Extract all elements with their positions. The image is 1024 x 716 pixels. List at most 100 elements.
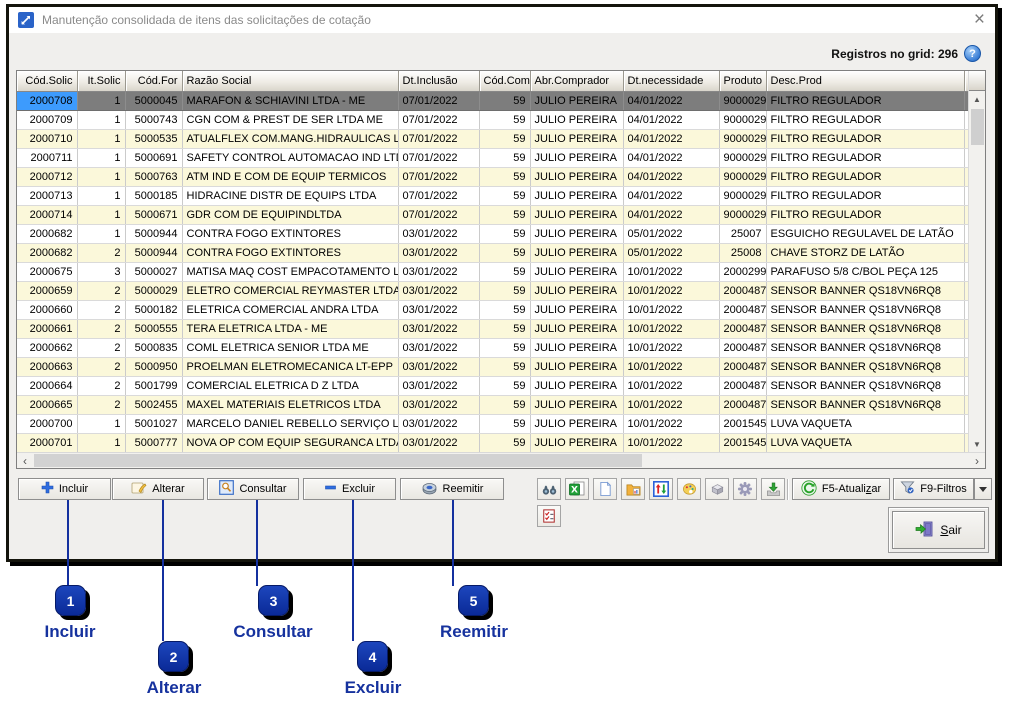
grid-cell[interactable]: 10/01/2022 <box>623 262 719 281</box>
grid-cell[interactable]: 59 <box>479 224 530 243</box>
table-row[interactable]: 200071215000763ATM IND E COM DE EQUIP TE… <box>17 167 968 186</box>
grid-cell[interactable]: 2 <box>77 395 125 414</box>
palette-icon[interactable] <box>677 478 701 500</box>
grid-cell[interactable]: ESGUICHO REGULAVEL DE LATÃO <box>766 224 964 243</box>
grid-cell[interactable]: 9000029 <box>719 205 766 224</box>
grid-cell[interactable]: 5000944 <box>125 224 182 243</box>
table-row[interactable]: 200071315000185HIDRACINE DISTR DE EQUIPS… <box>17 186 968 205</box>
table-row[interactable]: 200071115000691SAFETY CONTROL AUTOMACAO … <box>17 148 968 167</box>
grid-cell[interactable]: FILTRO REGULADOR <box>766 205 964 224</box>
table-row[interactable]: 200070815000045MARAFON & SCHIAVINI LTDA … <box>17 91 968 110</box>
grid-cell[interactable]: 03/01/2022 <box>398 414 479 433</box>
grid-cell[interactable]: 1 <box>77 433 125 452</box>
grid-cell[interactable]: 2 <box>77 281 125 300</box>
grid-cell[interactable]: 03/01/2022 <box>398 395 479 414</box>
grid-cell[interactable]: 07/01/2022 <box>398 186 479 205</box>
grid-cell[interactable]: FILTRO REGULADOR <box>766 186 964 205</box>
grid-cell[interactable]: 2000664 <box>17 376 77 395</box>
grid-cell[interactable]: 03/01/2022 <box>398 433 479 452</box>
grid-cell[interactable]: 1 <box>77 129 125 148</box>
grid-cell[interactable]: 2000487 <box>719 395 766 414</box>
new-document-icon[interactable] <box>593 478 617 500</box>
grid-cell[interactable]: PROELMAN ELETROMECANICA LT-EPP <box>182 357 398 376</box>
table-row[interactable]: 200066425001799COMERCIAL ELETRICA D Z LT… <box>17 376 968 395</box>
grid-cell[interactable]: JULIO PEREIRA <box>530 129 623 148</box>
grid-cell[interactable]: 2000700 <box>17 414 77 433</box>
grid-cell[interactable]: 9000029 <box>719 129 766 148</box>
grid-cell[interactable]: 10/01/2022 <box>623 433 719 452</box>
table-row[interactable]: 200066025000182ELETRICA COMERCIAL ANDRA … <box>17 300 968 319</box>
grid-cell[interactable]: 59 <box>479 338 530 357</box>
grid-cell[interactable]: SENSOR BANNER QS18VN6RQ8 <box>766 376 964 395</box>
column-header[interactable]: Dt.necessidade <box>623 71 719 91</box>
grid-cell[interactable]: 2000663 <box>17 357 77 376</box>
grid-cell[interactable]: 5001027 <box>125 414 182 433</box>
table-row[interactable]: 200071015000535ATUALFLEX COM.MANG.HIDRAU… <box>17 129 968 148</box>
grid-cell[interactable]: 5000944 <box>125 243 182 262</box>
grid-cell[interactable]: 1 <box>77 110 125 129</box>
grid-cell[interactable]: TERA ELETRICA LTDA - ME <box>182 319 398 338</box>
grid-cell[interactable]: JULIO PEREIRA <box>530 224 623 243</box>
grid-cell[interactable]: 03/01/2022 <box>398 319 479 338</box>
grid-cell[interactable]: JULIO PEREIRA <box>530 300 623 319</box>
grid-cell[interactable]: 10/01/2022 <box>623 319 719 338</box>
checklist-icon[interactable] <box>537 505 561 527</box>
grid-cell[interactable]: 10/01/2022 <box>623 300 719 319</box>
excel-export-icon[interactable]: X <box>565 478 589 500</box>
grid-cell[interactable]: JULIO PEREIRA <box>530 148 623 167</box>
grid-cell[interactable]: 2000487 <box>719 338 766 357</box>
grid-cell[interactable]: CHAVE STORZ DE LATÃO <box>766 243 964 262</box>
grid-cell[interactable]: 2000660 <box>17 300 77 319</box>
grid-cell[interactable]: 2000708 <box>17 91 77 110</box>
grid-cell[interactable]: 2000709 <box>17 110 77 129</box>
grid-cell[interactable]: 10/01/2022 <box>623 338 719 357</box>
grid-cell[interactable]: 2000487 <box>719 319 766 338</box>
grid-cell[interactable]: 25008 <box>719 243 766 262</box>
archive-box-icon[interactable] <box>705 478 729 500</box>
close-icon[interactable]: × <box>974 9 985 31</box>
scroll-right-icon[interactable]: › <box>969 453 985 468</box>
grid-cell[interactable]: 2000682 <box>17 243 77 262</box>
grid-cell[interactable]: 5000671 <box>125 205 182 224</box>
grid-cell[interactable]: 10/01/2022 <box>623 395 719 414</box>
grid-cell[interactable]: 5000555 <box>125 319 182 338</box>
column-sort-icon[interactable] <box>649 478 673 500</box>
table-row[interactable]: 200067535000027MATISA MAQ COST EMPACOTAM… <box>17 262 968 281</box>
grid-cell[interactable]: FILTRO REGULADOR <box>766 110 964 129</box>
table-row[interactable]: 200068215000944CONTRA FOGO EXTINTORES03/… <box>17 224 968 243</box>
grid-cell[interactable]: LUVA VAQUETA <box>766 414 964 433</box>
grid-cell[interactable]: JULIO PEREIRA <box>530 205 623 224</box>
grid-cell[interactable]: 59 <box>479 186 530 205</box>
column-header[interactable]: Cód.Solic <box>17 71 77 91</box>
grid-cell[interactable]: 04/01/2022 <box>623 129 719 148</box>
grid-cell[interactable]: 04/01/2022 <box>623 186 719 205</box>
scroll-up-icon[interactable]: ▲ <box>969 91 985 107</box>
grid-cell[interactable]: 2000487 <box>719 281 766 300</box>
grid-cell[interactable]: 59 <box>479 414 530 433</box>
grid-cell[interactable]: 5000691 <box>125 148 182 167</box>
grid-cell[interactable]: 59 <box>479 376 530 395</box>
grid-cell[interactable]: 03/01/2022 <box>398 376 479 395</box>
grid-cell[interactable]: 2000713 <box>17 186 77 205</box>
grid-cell[interactable]: 2000712 <box>17 167 77 186</box>
grid-cell[interactable]: JULIO PEREIRA <box>530 414 623 433</box>
grid-cell[interactable]: 1 <box>77 167 125 186</box>
grid-cell[interactable]: 1 <box>77 205 125 224</box>
grid-cell[interactable]: CGN COM & PREST DE SER LTDA ME <box>182 110 398 129</box>
settings-gear-icon[interactable] <box>733 478 757 500</box>
grid-cell[interactable]: 03/01/2022 <box>398 281 479 300</box>
grid-cell[interactable]: GDR COM DE EQUIPINDLTDA <box>182 205 398 224</box>
grid-cell[interactable]: JULIO PEREIRA <box>530 395 623 414</box>
grid-cell[interactable]: 03/01/2022 <box>398 338 479 357</box>
grid-cell[interactable]: FILTRO REGULADOR <box>766 129 964 148</box>
grid-cell[interactable]: 2001545 <box>719 433 766 452</box>
column-header[interactable]: Abr.Comprador <box>530 71 623 91</box>
grid-cell[interactable]: 59 <box>479 243 530 262</box>
table-row[interactable]: 200070015001027MARCELO DANIEL REBELLO SE… <box>17 414 968 433</box>
grid-cell[interactable]: 04/01/2022 <box>623 167 719 186</box>
grid-cell[interactable]: 2000714 <box>17 205 77 224</box>
grid-cell[interactable]: HIDRACINE DISTR DE EQUIPS LTDA <box>182 186 398 205</box>
grid-cell[interactable]: JULIO PEREIRA <box>530 338 623 357</box>
grid-cell[interactable]: 59 <box>479 300 530 319</box>
excluir-button[interactable]: Excluir <box>303 478 396 500</box>
